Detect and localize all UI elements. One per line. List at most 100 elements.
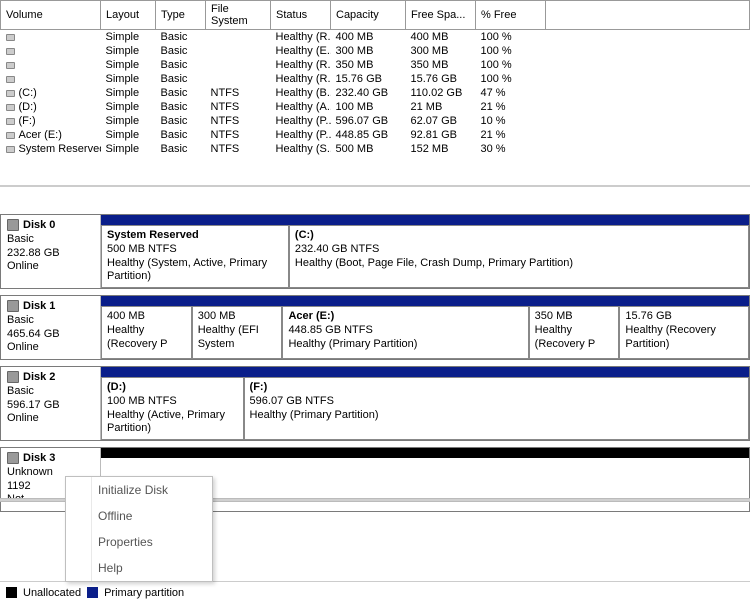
volume-cell: (C:) (1, 86, 101, 100)
volume-cell (206, 58, 271, 72)
volume-cell: 21 MB (406, 100, 476, 114)
disk-header[interactable]: Disk 0Basic232.88 GBOnline (1, 215, 101, 288)
volume-icon (6, 146, 15, 153)
volume-row[interactable]: (D:)SimpleBasicNTFSHealthy (A...100 MB21… (1, 100, 750, 114)
volume-row[interactable]: System ReservedSimpleBasicNTFSHealthy (S… (1, 142, 750, 156)
partition[interactable]: 15.76 GBHealthy (Recovery Partition) (619, 306, 749, 359)
unallocated-stripe[interactable] (101, 448, 749, 458)
volume-cell: Simple (101, 114, 156, 128)
volume-cell: (F:) (1, 114, 101, 128)
volume-cell: Simple (101, 100, 156, 114)
context-menu-item[interactable]: Offline (66, 503, 212, 529)
volume-cell: 300 MB (406, 44, 476, 58)
volume-cell: Healthy (S... (271, 142, 331, 156)
disk-map: 400 MBHealthy (Recovery P300 MBHealthy (… (101, 296, 749, 359)
disk-row[interactable]: Disk 0Basic232.88 GBOnlineSystem Reserve… (0, 214, 750, 289)
volume-cell: 100 % (476, 72, 546, 86)
volume-cell: 15.76 GB (406, 72, 476, 86)
disk-icon (7, 371, 19, 383)
partition[interactable]: (F:)596.07 GB NTFSHealthy (Primary Parti… (244, 377, 749, 440)
volume-row[interactable]: Acer (E:)SimpleBasicNTFSHealthy (P...448… (1, 128, 750, 142)
partition[interactable]: (C:)232.40 GB NTFSHealthy (Boot, Page Fi… (289, 225, 749, 288)
volume-cell: System Reserved (1, 142, 101, 156)
volume-icon (6, 62, 15, 69)
volume-cell: Healthy (R... (271, 58, 331, 72)
volume-cell: 232.40 GB (331, 86, 406, 100)
column-header[interactable]: Layout (101, 1, 156, 30)
volume-cell: 100 % (476, 58, 546, 72)
volume-cell: Simple (101, 86, 156, 100)
volume-cell: Simple (101, 30, 156, 45)
partition[interactable]: 300 MBHealthy (EFI System (192, 306, 283, 359)
volume-cell: Basic (156, 72, 206, 86)
volume-table[interactable]: VolumeLayoutTypeFile SystemStatusCapacit… (0, 0, 750, 156)
partition[interactable]: System Reserved500 MB NTFSHealthy (Syste… (101, 225, 289, 288)
volume-cell: 62.07 GB (406, 114, 476, 128)
volume-cell: Basic (156, 128, 206, 142)
legend-primary: Primary partition (104, 587, 184, 599)
volume-cell (1, 58, 101, 72)
volume-cell: 92.81 GB (406, 128, 476, 142)
volume-cell: 100 MB (331, 100, 406, 114)
volume-cell: Healthy (P... (271, 114, 331, 128)
volume-row[interactable]: SimpleBasicHealthy (E...300 MB300 MB100 … (1, 44, 750, 58)
disk-icon (7, 452, 19, 464)
volume-cell: NTFS (206, 100, 271, 114)
volume-cell (206, 30, 271, 45)
volume-cell: 400 MB (331, 30, 406, 45)
disk-context-menu[interactable]: Initialize DiskOfflinePropertiesHelp (65, 476, 213, 582)
context-menu-item[interactable]: Properties (66, 529, 212, 555)
partition[interactable]: 400 MBHealthy (Recovery P (101, 306, 192, 359)
volume-cell: Healthy (B... (271, 86, 331, 100)
volume-row[interactable]: SimpleBasicHealthy (R...15.76 GB15.76 GB… (1, 72, 750, 86)
column-header[interactable]: Volume (1, 1, 101, 30)
disk-row[interactable]: Disk 1Basic465.64 GBOnline400 MBHealthy … (0, 295, 750, 360)
volume-row[interactable]: (C:)SimpleBasicNTFSHealthy (B...232.40 G… (1, 86, 750, 100)
volume-cell (206, 72, 271, 86)
partition[interactable]: (D:)100 MB NTFSHealthy (Active, Primary … (101, 377, 244, 440)
volume-cell: 110.02 GB (406, 86, 476, 100)
volume-cell: Basic (156, 58, 206, 72)
volume-cell: Basic (156, 86, 206, 100)
disk-header[interactable]: Disk 2Basic596.17 GBOnline (1, 367, 101, 440)
volume-cell: Healthy (P... (271, 128, 331, 142)
partition[interactable]: 350 MBHealthy (Recovery P (529, 306, 620, 359)
column-header[interactable]: % Free (476, 1, 546, 30)
volume-cell: Basic (156, 114, 206, 128)
volume-cell: 596.07 GB (331, 114, 406, 128)
volume-cell: Basic (156, 44, 206, 58)
volume-cell: 152 MB (406, 142, 476, 156)
volume-cell: 500 MB (331, 142, 406, 156)
column-header[interactable]: File System (206, 1, 271, 30)
disk-icon (7, 219, 19, 231)
column-header[interactable]: Type (156, 1, 206, 30)
volume-cell: Healthy (E... (271, 44, 331, 58)
volume-row[interactable]: SimpleBasicHealthy (R...400 MB400 MB100 … (1, 30, 750, 45)
legend: Unallocated Primary partition (0, 581, 750, 603)
volume-icon (6, 48, 15, 55)
disk-row[interactable]: Disk 2Basic596.17 GBOnline(D:)100 MB NTF… (0, 366, 750, 441)
volume-icon (6, 132, 15, 139)
volume-cell: Healthy (R... (271, 72, 331, 86)
context-menu-item[interactable]: Initialize Disk (66, 477, 212, 503)
volume-row[interactable]: (F:)SimpleBasicNTFSHealthy (P...596.07 G… (1, 114, 750, 128)
context-menu-item[interactable]: Help (66, 555, 212, 581)
volume-icon (6, 76, 15, 83)
disk-map: System Reserved500 MB NTFSHealthy (Syste… (101, 215, 749, 288)
volume-cell: 30 % (476, 142, 546, 156)
volume-cell: Simple (101, 44, 156, 58)
volume-cell: NTFS (206, 86, 271, 100)
volume-cell: 400 MB (406, 30, 476, 45)
disk-header[interactable]: Disk 1Basic465.64 GBOnline (1, 296, 101, 359)
partition[interactable]: Acer (E:)448.85 GB NTFSHealthy (Primary … (282, 306, 528, 359)
volume-cell: Healthy (R... (271, 30, 331, 45)
volume-cell: 21 % (476, 100, 546, 114)
column-header[interactable]: Status (271, 1, 331, 30)
volume-cell (206, 44, 271, 58)
column-header[interactable]: Free Spa... (406, 1, 476, 30)
volume-cell: (D:) (1, 100, 101, 114)
volume-cell: NTFS (206, 114, 271, 128)
volume-cell: Acer (E:) (1, 128, 101, 142)
volume-row[interactable]: SimpleBasicHealthy (R...350 MB350 MB100 … (1, 58, 750, 72)
column-header[interactable]: Capacity (331, 1, 406, 30)
